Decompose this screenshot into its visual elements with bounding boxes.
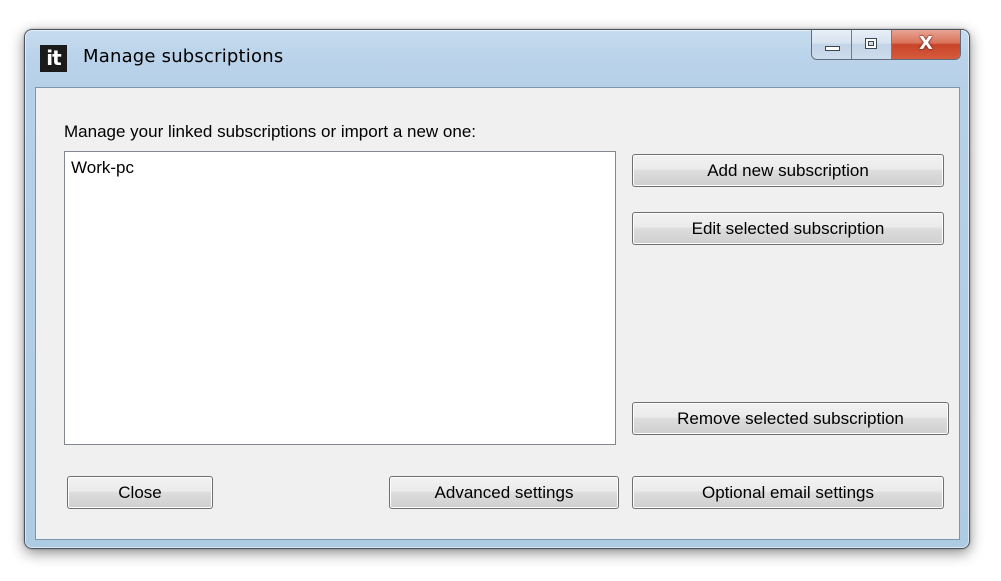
remove-selected-subscription-button[interactable]: Remove selected subscription bbox=[632, 402, 949, 435]
window-title: Manage subscriptions bbox=[83, 46, 284, 67]
title-bar[interactable]: it Manage subscriptions X bbox=[25, 30, 969, 86]
add-new-subscription-button[interactable]: Add new subscription bbox=[632, 154, 944, 187]
optional-email-settings-button[interactable]: Optional email settings bbox=[632, 476, 944, 509]
minimize-button[interactable] bbox=[812, 30, 852, 59]
close-icon: X bbox=[919, 33, 933, 54]
close-window-button[interactable]: X bbox=[892, 30, 960, 59]
maximize-button[interactable] bbox=[852, 30, 892, 59]
caption-buttons: X bbox=[811, 30, 961, 60]
subscriptions-listbox[interactable]: Work-pc bbox=[64, 151, 616, 445]
dialog-client-area: Manage your linked subscriptions or impo… bbox=[35, 87, 960, 540]
advanced-settings-button[interactable]: Advanced settings bbox=[389, 476, 619, 509]
subscription-list-item[interactable]: Work-pc bbox=[71, 158, 134, 178]
maximize-icon bbox=[865, 38, 877, 49]
dialog-window: it Manage subscriptions X Manage your li… bbox=[24, 29, 970, 549]
minimize-icon bbox=[825, 46, 840, 51]
app-icon: it bbox=[40, 45, 67, 72]
close-button[interactable]: Close bbox=[67, 476, 213, 509]
instruction-label: Manage your linked subscriptions or impo… bbox=[64, 122, 476, 141]
edit-selected-subscription-button[interactable]: Edit selected subscription bbox=[632, 212, 944, 245]
app-icon-text: it bbox=[46, 46, 61, 70]
